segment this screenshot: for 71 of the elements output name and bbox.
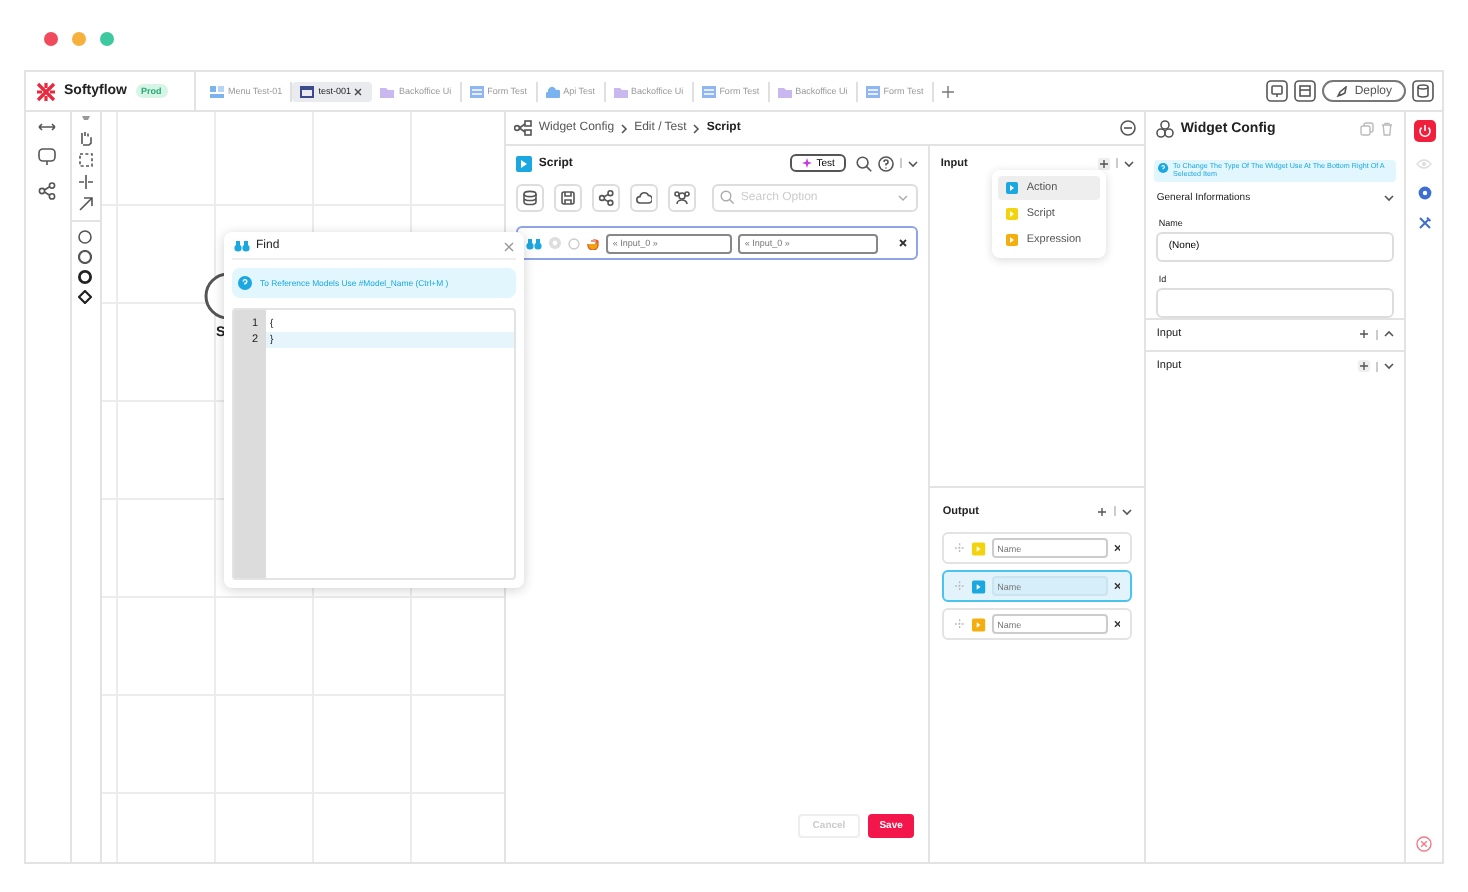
folder-icon <box>380 85 395 97</box>
add-tab-icon[interactable] <box>941 85 954 97</box>
menu-icon <box>210 85 224 97</box>
chevron-right-icon <box>620 123 629 133</box>
flow-icon <box>514 120 533 136</box>
form-icon <box>701 85 716 97</box>
expand-icon[interactable] <box>38 122 57 132</box>
add-icon[interactable] <box>1098 157 1111 169</box>
share-icon[interactable] <box>38 182 57 200</box>
folder-icon <box>613 85 627 97</box>
close-icon[interactable] <box>1113 582 1121 590</box>
form-icon <box>865 85 880 97</box>
sparkle-icon <box>802 158 813 168</box>
chevron-down-icon[interactable] <box>1122 507 1133 515</box>
cloud-button[interactable] <box>630 183 659 211</box>
chevron-down-icon[interactable] <box>1124 159 1135 167</box>
folder-icon <box>777 85 792 97</box>
binoculars-icon[interactable] <box>526 237 543 249</box>
close-icon[interactable] <box>898 238 909 248</box>
selection-icon[interactable] <box>77 152 94 168</box>
group-icon <box>674 189 691 205</box>
text-field[interactable] <box>1156 287 1395 318</box>
search-icon <box>720 190 735 204</box>
chevron-down-icon[interactable] <box>1384 362 1395 371</box>
close-icon[interactable] <box>1113 620 1121 628</box>
logo-icon <box>36 81 56 101</box>
close-icon[interactable] <box>354 87 363 95</box>
collapse-icon[interactable] <box>1120 120 1137 136</box>
chevron-right-icon <box>692 123 701 133</box>
binoculars-icon <box>234 240 250 252</box>
diamond-icon[interactable] <box>78 290 93 304</box>
share-icon <box>598 189 615 205</box>
close-button[interactable] <box>44 32 58 46</box>
gear-icon[interactable] <box>1417 186 1432 200</box>
drag-handle-icon[interactable] <box>954 618 967 630</box>
database-icon[interactable] <box>1412 80 1434 102</box>
search-icon[interactable] <box>856 155 873 171</box>
drag-handle-icon[interactable] <box>954 542 967 554</box>
form-icon <box>469 85 484 97</box>
help-icon <box>1158 162 1169 174</box>
circle-icon[interactable] <box>78 270 93 284</box>
widget-icon <box>1156 120 1175 138</box>
database-button[interactable] <box>516 183 545 211</box>
share-button[interactable] <box>592 183 621 211</box>
help-icon[interactable] <box>878 155 895 171</box>
rocket-icon <box>1336 85 1349 97</box>
page-icon <box>300 85 315 97</box>
add-icon[interactable] <box>1358 360 1371 373</box>
tools-icon[interactable] <box>1417 216 1432 230</box>
circle-icon[interactable] <box>78 230 93 244</box>
chevron-up-icon[interactable] <box>1384 330 1395 339</box>
save-button[interactable] <box>554 183 583 211</box>
cloud-icon <box>636 189 653 205</box>
comment-icon[interactable] <box>38 148 57 166</box>
add-icon[interactable] <box>1358 328 1371 341</box>
close-icon[interactable] <box>1113 544 1121 552</box>
group-button[interactable] <box>668 183 697 211</box>
power-icon[interactable] <box>1413 120 1436 142</box>
cloud-icon <box>545 85 560 97</box>
chevron-down-icon[interactable] <box>908 159 919 167</box>
help-icon <box>238 276 252 290</box>
save-icon <box>560 189 577 205</box>
monitor-icon[interactable] <box>1266 80 1289 102</box>
drag-handle-icon[interactable] <box>954 580 967 592</box>
add-icon[interactable] <box>1096 505 1109 517</box>
script-icon <box>516 155 533 171</box>
split-icon[interactable] <box>77 174 94 190</box>
database-icon <box>522 189 539 205</box>
chevron-down-icon[interactable] <box>1384 193 1395 202</box>
arrow-icon[interactable] <box>77 196 94 212</box>
calendar-icon[interactable] <box>1294 80 1317 102</box>
